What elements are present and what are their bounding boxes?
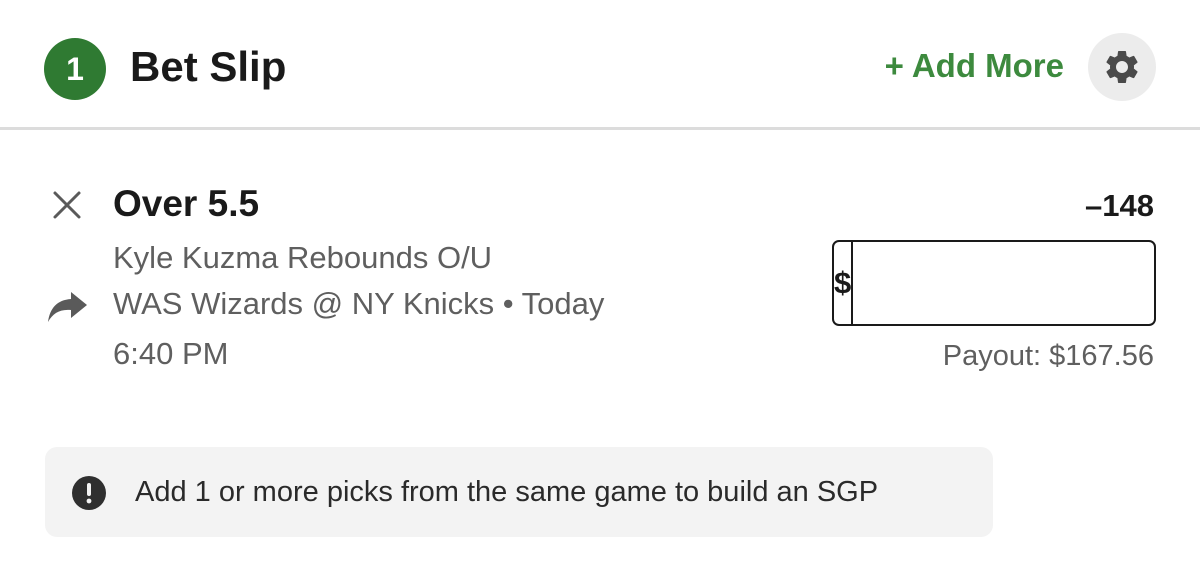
currency-symbol: $ bbox=[834, 242, 854, 324]
wager-amount-input[interactable] bbox=[853, 242, 1200, 324]
bet-odds: –148 bbox=[1085, 188, 1154, 223]
bet-slip-panel: 1 Bet Slip + Add More Over 5.5 Kyle Kuzm… bbox=[0, 0, 1200, 564]
remove-bet-button[interactable] bbox=[50, 188, 84, 222]
close-icon bbox=[53, 191, 81, 219]
gear-icon bbox=[1106, 50, 1138, 83]
bet-slip-header: 1 Bet Slip + Add More bbox=[0, 0, 1200, 130]
game-time: 6:40 PM bbox=[113, 336, 229, 371]
share-arrow-icon bbox=[48, 292, 87, 322]
sgp-info-text: Add 1 or more picks from the same game t… bbox=[135, 476, 879, 508]
bet-market: Kyle Kuzma Rebounds O/U bbox=[113, 240, 493, 275]
page-title: Bet Slip bbox=[130, 43, 287, 90]
bet-matchup: WAS Wizards @ NY Knicks • Today bbox=[113, 286, 605, 321]
bet-selection: Over 5.5 bbox=[113, 183, 260, 224]
add-more-button[interactable]: + Add More bbox=[885, 44, 1064, 88]
wager-field: $ bbox=[832, 240, 1200, 326]
payout-text: Payout: $167.56 bbox=[942, 340, 1154, 372]
pick-count-badge: 1 bbox=[44, 38, 106, 100]
settings-button[interactable] bbox=[1088, 33, 1156, 101]
exclamation-circle-icon bbox=[72, 476, 106, 510]
sgp-info-banner: Add 1 or more picks from the same game t… bbox=[45, 447, 993, 537]
share-bet-button[interactable] bbox=[46, 290, 88, 324]
